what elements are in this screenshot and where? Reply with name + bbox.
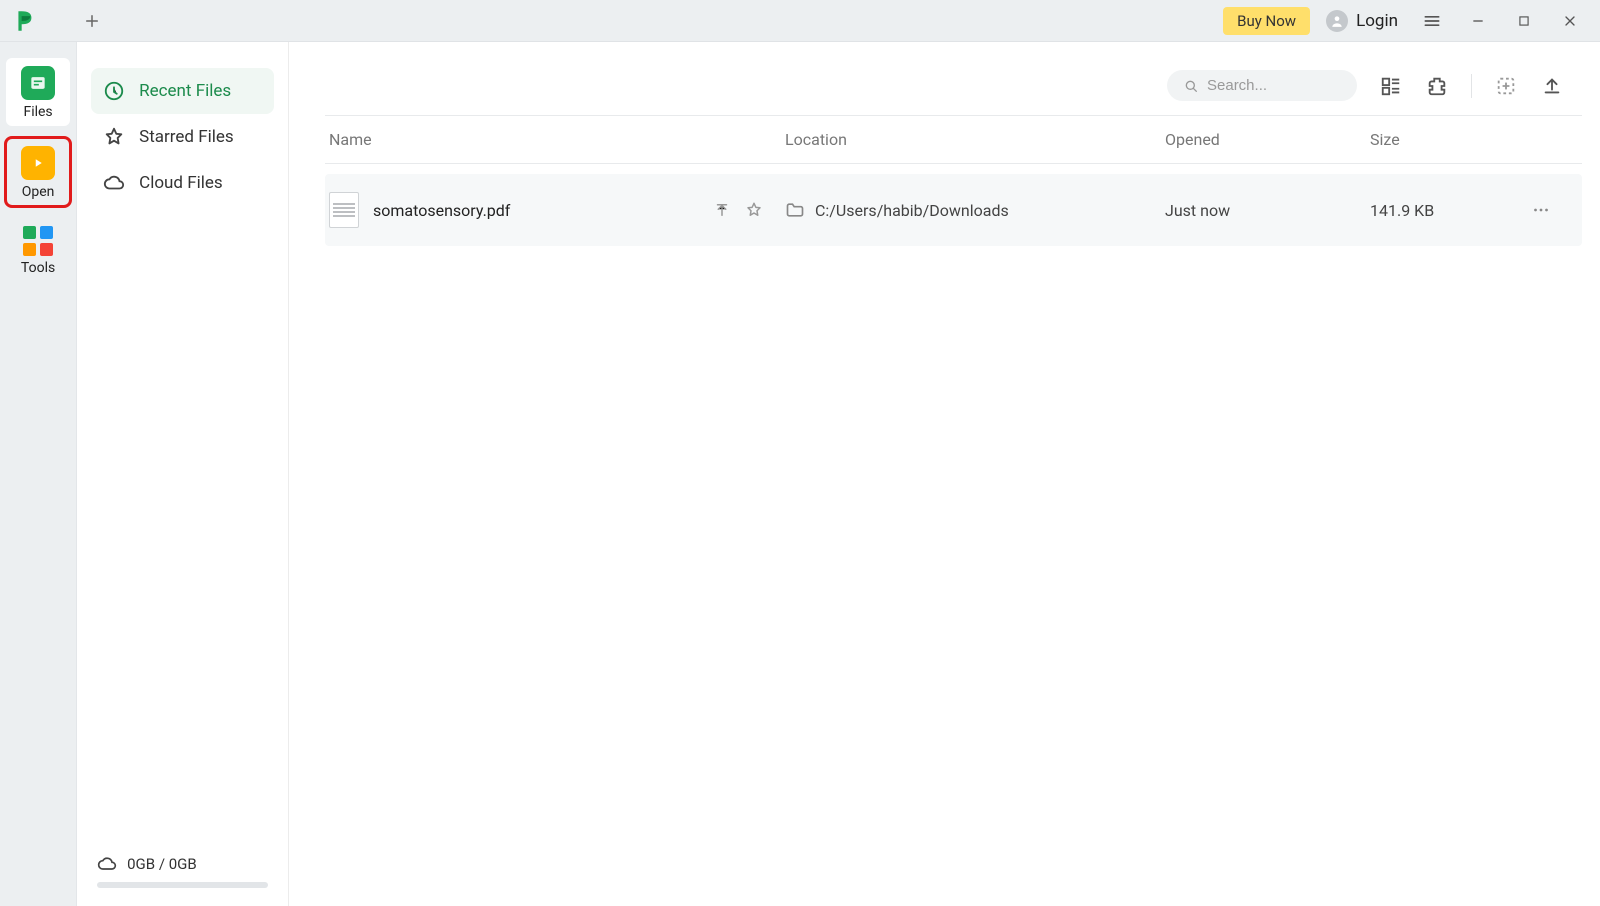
toolbar [289, 42, 1600, 115]
tools-icon [23, 226, 53, 256]
sidebar-item-label: Starred Files [139, 127, 234, 147]
rail-item-open[interactable]: Open [6, 138, 70, 206]
clock-icon [103, 80, 125, 102]
col-opened-header[interactable]: Opened [1165, 130, 1370, 149]
layout-toggle-button[interactable] [1379, 74, 1403, 98]
menu-button[interactable] [1414, 7, 1450, 35]
file-opened: Just now [1165, 201, 1370, 220]
file-size: 141.9 KB [1370, 201, 1530, 220]
avatar-icon [1326, 10, 1348, 32]
close-button[interactable] [1552, 7, 1588, 35]
row-more-button[interactable] [1530, 199, 1582, 221]
left-rail: Files Open Tools [0, 42, 77, 906]
storage-status: 0GB / 0GB [91, 854, 274, 906]
file-table: Name Location Opened Size somatosensory.… [289, 115, 1600, 246]
star-icon[interactable] [745, 201, 763, 219]
search-box[interactable] [1167, 70, 1357, 101]
sidebar-item-cloud[interactable]: Cloud Files [91, 160, 274, 206]
search-icon [1183, 78, 1199, 94]
col-location-header[interactable]: Location [785, 130, 1165, 149]
maximize-button[interactable] [1506, 7, 1542, 35]
login-label: Login [1356, 11, 1398, 31]
table-header: Name Location Opened Size [325, 115, 1582, 164]
table-row[interactable]: somatosensory.pdf C:/Users/habib/ [325, 174, 1582, 246]
rail-label: Tools [21, 260, 55, 276]
rail-item-tools[interactable]: Tools [6, 218, 70, 282]
main-area: Name Location Opened Size somatosensory.… [289, 42, 1600, 906]
open-icon [21, 146, 55, 180]
file-thumbnail-icon [329, 192, 359, 228]
buy-now-button[interactable]: Buy Now [1223, 7, 1310, 35]
login-button[interactable]: Login [1320, 8, 1404, 34]
sidebar-item-label: Recent Files [139, 81, 231, 101]
sidebar-item-starred[interactable]: Starred Files [91, 114, 274, 160]
sidebar-item-label: Cloud Files [139, 173, 223, 193]
search-input[interactable] [1207, 77, 1341, 94]
col-size-header[interactable]: Size [1370, 130, 1530, 149]
new-file-button[interactable] [1494, 74, 1518, 98]
rail-label: Open [22, 184, 55, 200]
titlebar: Buy Now Login [0, 0, 1600, 42]
separator [1471, 74, 1472, 98]
rail-label: Files [23, 104, 52, 120]
cloud-icon [97, 854, 117, 874]
cloud-icon [103, 172, 125, 194]
rail-item-files[interactable]: Files [6, 58, 70, 126]
star-icon [103, 126, 125, 148]
storage-text: 0GB / 0GB [127, 855, 197, 873]
pin-icon[interactable] [713, 201, 731, 219]
app-logo[interactable] [12, 7, 40, 35]
new-tab-button[interactable] [80, 9, 104, 33]
extensions-button[interactable] [1425, 74, 1449, 98]
files-icon [21, 66, 55, 100]
minimize-button[interactable] [1460, 7, 1496, 35]
folder-icon [785, 200, 805, 220]
side-panel: Recent Files Starred Files Cloud Files 0… [77, 42, 289, 906]
upload-button[interactable] [1540, 74, 1564, 98]
sidebar-item-recent[interactable]: Recent Files [91, 68, 274, 114]
storage-bar [97, 882, 268, 888]
col-name-header[interactable]: Name [325, 130, 785, 149]
file-location: C:/Users/habib/Downloads [815, 201, 1009, 220]
file-name: somatosensory.pdf [373, 201, 510, 220]
